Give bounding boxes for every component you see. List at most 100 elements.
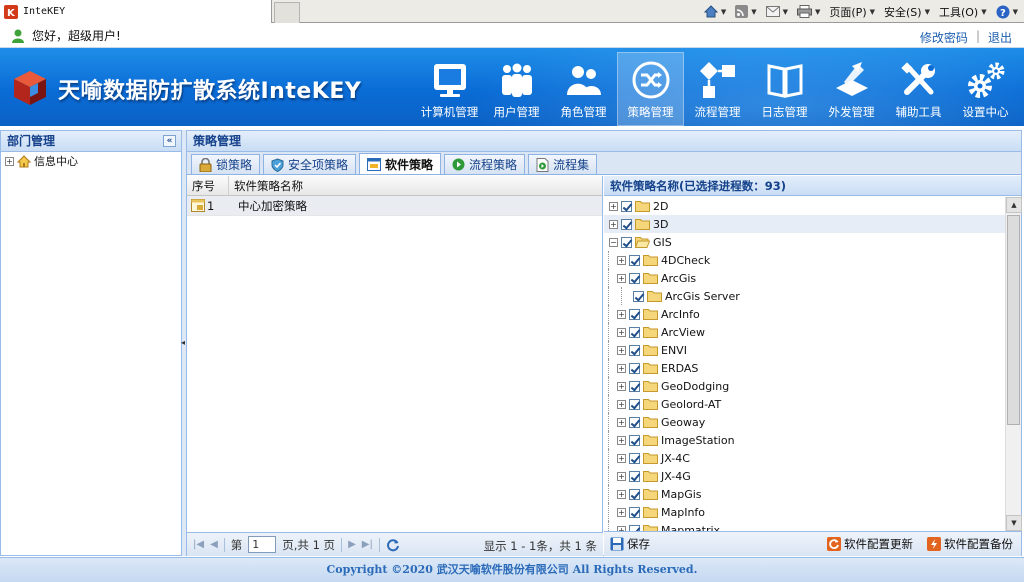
expand-icon[interactable]: + [609,219,618,229]
change-password-link[interactable]: 修改密码 [920,29,968,46]
checkbox[interactable] [629,308,640,320]
nav-user-management[interactable]: 用户管理 [483,52,550,126]
tree-node-software[interactable]: + MapGis [604,485,1021,503]
nav-role-management[interactable]: 角色管理 [550,52,617,126]
column-header-no[interactable]: 序号 [187,176,229,195]
checkbox[interactable] [629,326,640,338]
expand-icon[interactable]: + [617,417,626,427]
checkbox[interactable] [621,236,632,248]
expand-icon[interactable]: + [617,507,626,517]
checkbox[interactable] [629,380,640,392]
tree-node-software[interactable]: + Geoway [604,413,1021,431]
tree-node-software[interactable]: +4DCheck [604,251,1021,269]
checkbox[interactable] [621,218,632,230]
expand-icon[interactable]: + [617,489,626,499]
tree-scrollbar[interactable]: ▲ ▼ [1005,197,1022,531]
expand-icon[interactable]: + [617,273,626,283]
tab-lock-policy[interactable]: 锁策略 [191,154,261,174]
nav-settings-center[interactable]: 设置中心 [952,52,1019,126]
expand-icon[interactable]: + [5,156,14,166]
checkbox[interactable] [629,452,640,464]
tree-node-software[interactable]: + ImageStation [604,431,1021,449]
logout-link[interactable]: 退出 [988,29,1012,46]
tab-software-policy[interactable]: 软件策略 [359,153,442,174]
checkbox[interactable] [633,290,644,302]
page-number-input[interactable]: 1 [248,536,277,553]
checkbox[interactable] [629,470,640,482]
tree-node-software[interactable]: + ArcView [604,323,1021,341]
tree-node-software[interactable]: + JX-4G [604,467,1021,485]
flowchart-icon [699,62,735,98]
checkbox[interactable] [629,254,640,266]
expand-icon[interactable]: + [609,201,618,211]
expand-icon[interactable]: + [617,327,626,337]
tab-flow-set[interactable]: 流程集 [528,154,598,174]
browser-tab[interactable]: K InteKEY [0,0,272,23]
tree-node-software[interactable]: + Mapmatrix [604,521,1021,531]
tree-node-software[interactable]: ArcGis Server [604,287,1021,305]
scroll-up-icon[interactable]: ▲ [1006,197,1022,213]
tree-node-gis[interactable]: − GIS [604,233,1021,251]
first-page-icon[interactable]: |◀ [193,539,204,550]
expand-icon[interactable]: + [617,453,626,463]
checkbox[interactable] [629,344,640,356]
checkbox[interactable] [629,488,640,500]
expand-icon[interactable]: + [617,381,626,391]
checkbox[interactable] [629,416,640,428]
expand-icon[interactable]: + [617,345,626,355]
prev-page-icon[interactable]: ◀ [210,539,218,550]
expand-icon[interactable]: + [617,471,626,481]
new-tab-button[interactable] [274,2,300,23]
checkbox[interactable] [629,506,640,518]
mail-button[interactable]: ▼ [765,6,788,17]
tree-node-software[interactable]: + MapInfo [604,503,1021,521]
nav-computer-management[interactable]: 计算机管理 [416,52,483,126]
tree-node-2d[interactable]: + 2D [604,197,1021,215]
tree-node-software[interactable]: + ArcInfo [604,305,1021,323]
tree-node-software[interactable]: + ArcGis [604,269,1021,287]
tree-node-software[interactable]: + ENVI [604,341,1021,359]
expand-icon[interactable]: + [617,399,626,409]
checkbox[interactable] [629,398,640,410]
help-button[interactable]: ? ▼ [996,5,1018,19]
tree-node-3d[interactable]: + 3D [604,215,1021,233]
save-button[interactable]: 保存 [610,536,650,552]
refresh-icon[interactable] [386,538,400,552]
expand-icon[interactable]: + [617,255,626,265]
software-config-backup-button[interactable]: 软件配置备份 [927,536,1013,552]
table-row[interactable]: 1 中心加密策略 [187,196,602,216]
tools-menu[interactable]: 工具(O) ▼ [939,4,987,20]
checkbox[interactable] [629,434,640,446]
software-config-update-button[interactable]: 软件配置更新 [827,536,913,552]
tree-node-software[interactable]: + JX-4C [604,449,1021,467]
nav-outbound-management[interactable]: 外发管理 [818,52,885,126]
nav-auxiliary-tools[interactable]: 辅助工具 [885,52,952,126]
scroll-down-icon[interactable]: ▼ [1006,515,1022,531]
tree-node-software[interactable]: + Geolord-AT [604,395,1021,413]
nav-policy-management[interactable]: 策略管理 [617,52,684,126]
checkbox[interactable] [621,200,632,212]
feeds-button[interactable]: ▼ [735,5,757,18]
tree-node-software[interactable]: + GeoDodging [604,377,1021,395]
home-button[interactable]: ▼ [703,5,726,18]
collapse-panel-button[interactable]: « [163,135,176,147]
expand-icon[interactable]: + [617,363,626,373]
nav-flow-management[interactable]: 流程管理 [684,52,751,126]
collapse-icon[interactable]: − [609,237,618,247]
next-page-icon[interactable]: ▶ [348,539,356,550]
nav-log-management[interactable]: 日志管理 [751,52,818,126]
checkbox[interactable] [629,272,640,284]
tab-security-policy[interactable]: 安全项策略 [263,154,357,174]
checkbox[interactable] [629,362,640,374]
tab-flow-policy[interactable]: 流程策略 [444,154,526,174]
tree-node-info-center[interactable]: + 信息中心 [1,152,181,170]
page-menu[interactable]: 页面(P) ▼ [829,4,875,20]
column-header-name[interactable]: 软件策略名称 [229,176,602,195]
last-page-icon[interactable]: ▶| [362,539,373,550]
scroll-thumb[interactable] [1007,215,1020,425]
print-button[interactable]: ▼ [797,5,820,18]
safety-menu[interactable]: 安全(S) ▼ [884,4,930,20]
expand-icon[interactable]: + [617,309,626,319]
tree-node-software[interactable]: + ERDAS [604,359,1021,377]
expand-icon[interactable]: + [617,435,626,445]
